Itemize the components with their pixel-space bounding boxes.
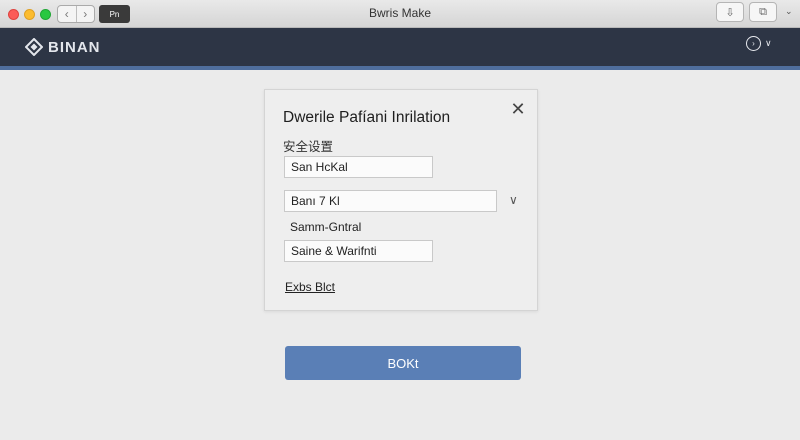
dialog-title: Dwerile Pafíani Inrilation (283, 109, 451, 126)
dialog-subtitle: 安全设置 (283, 140, 334, 154)
option-label[interactable]: Samm-Gntral (290, 220, 361, 234)
dialog-link[interactable]: Exbs Blct (285, 280, 335, 294)
brand-name: BINAN (48, 39, 101, 56)
window-title: Bwris Make (368, 6, 431, 20)
toolbar-chevron-icon[interactable]: ⌄ (785, 6, 793, 17)
chevron-down-icon: ∨ (765, 38, 772, 48)
close-icon[interactable]: ✕ (509, 100, 527, 118)
text-field-2[interactable]: Saine & Warifnti (284, 240, 433, 262)
account-menu[interactable]: › ∨ (746, 36, 772, 51)
text-field-1[interactable]: San HcKal (284, 156, 433, 178)
title-bar: ‹ › Pn Bwris Make ⇩ ⧉ ⌄ (0, 0, 800, 28)
share-icon: ⇩ (725, 6, 735, 19)
share-button[interactable]: ⇩ (716, 2, 744, 22)
primary-button[interactable]: BOKt (285, 346, 521, 380)
dropdown-field[interactable]: Banı 7 Kl (284, 190, 497, 212)
chevron-down-icon[interactable]: ∨ (509, 193, 518, 207)
tabs-icon: ⧉ (759, 5, 767, 18)
account-icon: › (746, 36, 761, 51)
app-header: BINAN › ∨ (0, 28, 800, 70)
settings-dialog: Dwerile Pafíani Inrilation ✕ 安全设置 San Hc… (264, 89, 538, 311)
diamond-logo-icon (25, 38, 43, 56)
app-window: ‹ › Pn Bwris Make ⇩ ⧉ ⌄ BINAN › ∨ Dweril… (0, 0, 800, 440)
tabs-button[interactable]: ⧉ (749, 2, 777, 22)
